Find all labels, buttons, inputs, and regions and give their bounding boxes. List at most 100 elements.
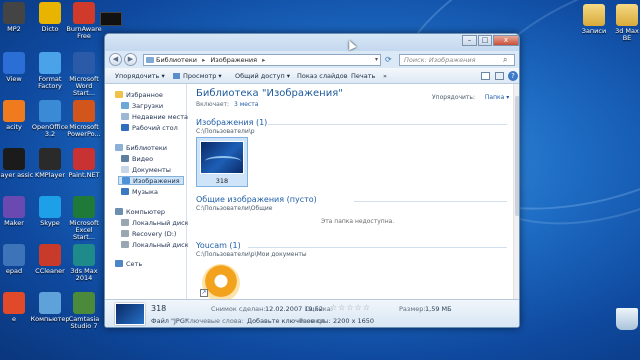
nav-libraries[interactable]: Библиотеки	[115, 144, 167, 153]
section-title-images[interactable]: Изображения (1)	[196, 118, 267, 127]
desktop-icon[interactable]: e	[0, 292, 34, 323]
nav-network[interactable]: Сеть	[115, 260, 142, 269]
nav-videos[interactable]: Видео	[121, 155, 153, 164]
word-icon	[73, 52, 95, 74]
desktop-icon-3dmax-folder[interactable]: 3d Max ВЕ	[610, 4, 640, 42]
vertical-scrollbar[interactable]	[513, 84, 519, 299]
back-button[interactable]: ◀	[109, 53, 122, 66]
slideshow-button[interactable]: Показ слайдов	[297, 72, 348, 80]
video-library-icon	[121, 155, 129, 162]
nav-documents[interactable]: Документы	[121, 166, 171, 175]
nav-favorites[interactable]: Избранное	[115, 91, 163, 100]
breadcrumb-separator: ▸	[202, 56, 206, 64]
organize-menu[interactable]: Упорядочить ▾	[115, 72, 165, 80]
rating-stars[interactable]: ☆☆☆☆☆	[330, 303, 371, 312]
section-title-public-images[interactable]: Общие изображения (пусто)	[196, 195, 317, 204]
nav-music[interactable]: Музыка	[121, 188, 158, 197]
drive-icon	[121, 219, 129, 226]
section-title-youcam[interactable]: Youcam (1)	[196, 241, 241, 250]
view-options-icon[interactable]	[481, 72, 490, 80]
share-menu[interactable]: Общий доступ ▾	[235, 72, 290, 80]
audacity-icon	[3, 100, 25, 122]
arrange-by-dropdown[interactable]: Папка ▾	[485, 94, 509, 101]
desktop-icon[interactable]: epad	[0, 244, 34, 275]
media-file-icon	[3, 2, 25, 24]
nav-local-disk-g[interactable]: Локальный диск (G	[121, 241, 198, 250]
details-thumbnail	[115, 303, 145, 325]
more-button[interactable]: »	[383, 72, 387, 80]
search-icon: ⌕	[503, 55, 508, 64]
nav-local-disk-c[interactable]: Локальный диск (C	[121, 219, 198, 228]
forward-button[interactable]: ▶	[124, 53, 137, 66]
print-button[interactable]: Печать	[351, 72, 375, 80]
desktop-icon[interactable]: Player assic	[0, 148, 34, 179]
nav-downloads[interactable]: Загрузки	[121, 102, 163, 111]
address-dropdown-icon[interactable]: ▾	[375, 56, 378, 63]
desktop-icon[interactable]: Microsoft Word Start...	[64, 52, 104, 97]
details-keywords-label: Ключевые слова:	[185, 317, 244, 325]
desktop-icon-recycle-bin[interactable]	[612, 308, 640, 332]
libraries-icon	[115, 144, 123, 151]
chrome-icon	[3, 292, 25, 314]
desktop-icon[interactable]: 3ds Max 2014	[64, 244, 104, 282]
details-dims-label: Размеры:	[299, 317, 331, 325]
preview-pane-icon[interactable]	[495, 72, 504, 80]
thumbnail-item[interactable]: 318	[196, 137, 248, 187]
media-player-icon	[3, 148, 25, 170]
excel-icon	[73, 196, 95, 218]
desktop-icon[interactable]: Paint.NET	[64, 148, 104, 179]
desktop-icon[interactable]: View	[0, 52, 34, 83]
details-dims-value: 2200 x 1650	[333, 317, 375, 325]
explorer-window: – □ x ◀ ▶ Библиотеки ▸ Изображения ▸ ▾ ⟳…	[104, 33, 520, 328]
close-button[interactable]: x	[493, 35, 519, 46]
nav-desktop[interactable]: Рабочий стол	[121, 124, 178, 133]
breadcrumb-libraries[interactable]: Библиотеки	[156, 56, 197, 64]
desktop-icon-records[interactable]: Записи	[574, 4, 614, 35]
desktop-icon[interactable]: MP2	[0, 2, 34, 33]
section-path-youcam: C:\Пользователи\р\Мои документы	[196, 251, 307, 258]
desktop-icon[interactable]: Camtasia Studio 7	[64, 292, 104, 330]
section-divider	[354, 201, 507, 202]
kmplayer-icon	[39, 148, 61, 170]
movie-maker-icon	[3, 196, 25, 218]
refresh-icon[interactable]: ⟳	[385, 55, 392, 64]
arrange-by: Упорядочить: Папка ▾	[432, 94, 510, 101]
dicto-app-icon	[39, 2, 61, 24]
minimized-window-thumb[interactable]	[100, 12, 122, 26]
view-menu[interactable]: Просмотр ▾	[183, 72, 222, 80]
nav-computer[interactable]: Компьютер	[115, 208, 165, 217]
nav-recent[interactable]: Недавние места	[121, 113, 188, 122]
address-field[interactable]: Библиотеки ▸ Изображения ▸	[143, 54, 381, 66]
title-bar[interactable]: – □ x	[105, 34, 519, 51]
breadcrumb-images[interactable]: Изображения	[210, 56, 257, 64]
nav-images[interactable]: Изображения	[118, 176, 184, 185]
scrollbar-thumb[interactable]	[515, 96, 519, 216]
help-icon[interactable]: ?	[508, 71, 518, 81]
star-icon	[115, 91, 123, 98]
recent-places-icon	[121, 113, 129, 120]
minimize-button[interactable]: –	[462, 35, 477, 46]
empty-folder-message: Эта папка недоступна.	[321, 218, 395, 225]
section-divider	[268, 124, 507, 125]
desktop-icon[interactable]: Microsoft PowerPo...	[64, 100, 104, 138]
search-input[interactable]: Поиск: Изображения	[399, 54, 515, 66]
maximize-button[interactable]: □	[478, 35, 492, 46]
paintnet-icon	[73, 148, 95, 170]
desktop-folder-icon	[121, 124, 129, 131]
library-title: Библиотека "Изображения"	[196, 88, 343, 99]
library-locations-link[interactable]: 3 места	[234, 101, 258, 108]
address-folder-icon	[146, 57, 154, 63]
details-size-label: Размер:	[399, 305, 426, 313]
desktop-icon[interactable]: Maker	[0, 196, 34, 227]
details-date-label: Снимок сделан:	[211, 305, 266, 313]
nav-recovery-d[interactable]: Recovery (D:)	[121, 230, 176, 239]
music-library-icon	[121, 188, 129, 195]
desktop-icon[interactable]: acity	[0, 100, 34, 131]
desktop-icon[interactable]: Microsoft Excel Start...	[64, 196, 104, 241]
details-size-value: 1,59 МБ	[425, 305, 452, 313]
details-pane: 318 Файл "JPG" Снимок сделан: 12.02.2007…	[105, 299, 519, 327]
thumbnail-label: 318	[215, 177, 229, 185]
desktop-icon[interactable]: BurnAware Free	[64, 2, 104, 40]
details-type: Файл "JPG"	[151, 317, 188, 325]
shortcut-arrow-icon: ↗	[200, 289, 208, 297]
